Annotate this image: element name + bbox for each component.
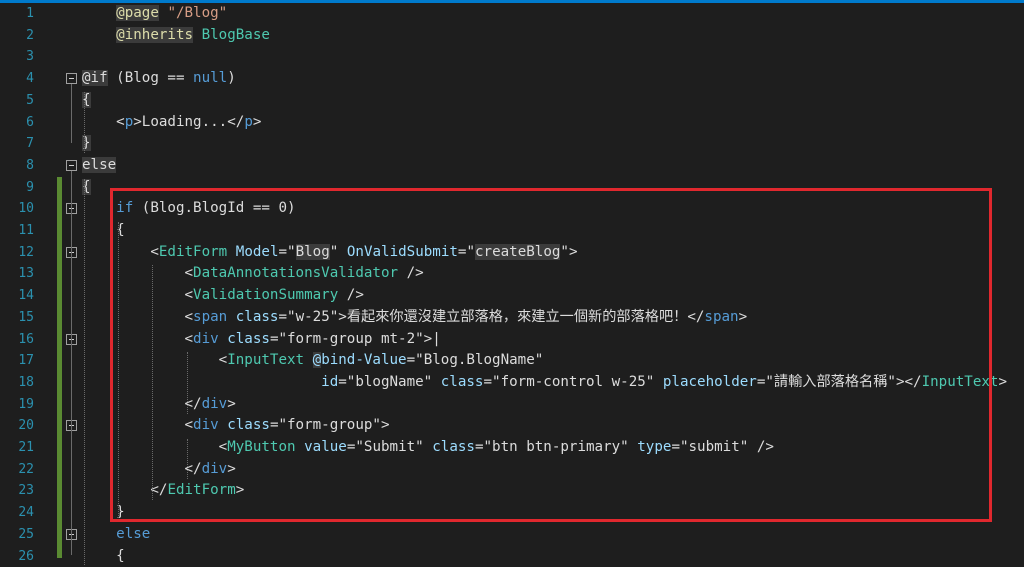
code-token: ) — [227, 70, 236, 86]
code-token — [193, 27, 202, 43]
code-token — [82, 526, 116, 542]
code-token: > — [998, 374, 1007, 390]
code-line[interactable]: 3 — [0, 46, 1024, 68]
line-number: 3 — [0, 46, 34, 68]
code-token: else — [82, 157, 116, 173]
code-line[interactable]: 26 { — [0, 546, 1024, 567]
code-text: else — [82, 524, 150, 546]
code-token: p — [125, 114, 134, 130]
code-line[interactable]: 8 else — [0, 155, 1024, 177]
code-text: else — [82, 155, 116, 177]
line-number: 8 — [0, 155, 34, 177]
fold-region-line — [71, 84, 72, 143]
code-token: else — [116, 526, 150, 542]
fold-region-line — [71, 540, 72, 556]
collapse-toggle-icon[interactable] — [66, 160, 77, 171]
line-number: 9 — [0, 177, 34, 199]
code-token: (Blog == — [108, 70, 193, 86]
code-text: { — [82, 546, 125, 567]
line-number: 4 — [0, 68, 34, 90]
line-number: 11 — [0, 220, 34, 242]
code-line[interactable]: 1 @page "/Blog" — [0, 3, 1024, 25]
line-number: 25 — [0, 524, 34, 546]
code-token: p — [244, 114, 253, 130]
line-number: 17 — [0, 350, 34, 372]
code-text: @if (Blog == null) — [82, 68, 236, 90]
changed-lines-bar — [57, 177, 62, 558]
code-line[interactable]: 4 @if (Blog == null) — [0, 68, 1024, 90]
code-token: null — [193, 70, 227, 86]
line-number: 2 — [0, 25, 34, 47]
line-number: 15 — [0, 307, 34, 329]
code-line[interactable]: 5{ — [0, 90, 1024, 112]
code-token — [82, 114, 116, 130]
line-number: 6 — [0, 112, 34, 134]
code-text: @page "/Blog" — [82, 3, 227, 25]
code-token: >Loading...</ — [133, 114, 244, 130]
code-token — [82, 5, 116, 21]
fold-region-line — [71, 345, 72, 404]
line-number: 18 — [0, 372, 34, 394]
code-token — [82, 27, 116, 43]
line-number: 21 — [0, 437, 34, 459]
line-number: 1 — [0, 3, 34, 25]
code-line[interactable]: 25 else — [0, 524, 1024, 546]
annotation-highlight-box — [110, 188, 992, 522]
code-token: @inherits — [116, 27, 193, 43]
line-number: 7 — [0, 133, 34, 155]
line-number: 26 — [0, 546, 34, 567]
fold-region-line — [71, 431, 72, 468]
code-token: > — [253, 114, 262, 130]
code-token: @if — [82, 70, 108, 86]
code-token: @page — [116, 5, 159, 21]
code-token: "/Blog" — [167, 5, 227, 21]
collapse-toggle-icon[interactable] — [66, 73, 77, 84]
code-line[interactable]: 2 @inherits BlogBase — [0, 25, 1024, 47]
line-number: 23 — [0, 480, 34, 502]
indent-guide — [84, 179, 85, 566]
code-text: @inherits BlogBase — [82, 25, 270, 47]
line-number: 20 — [0, 415, 34, 437]
code-line[interactable]: 6 <p>Loading...</p> — [0, 112, 1024, 134]
code-token: { — [82, 548, 125, 564]
indent-guide — [84, 92, 85, 153]
line-number: 14 — [0, 285, 34, 307]
code-text: <p>Loading...</p> — [82, 112, 261, 134]
line-number: 24 — [0, 502, 34, 524]
line-number: 13 — [0, 263, 34, 285]
code-token: BlogBase — [202, 27, 270, 43]
code-token: < — [116, 114, 125, 130]
line-number: 10 — [0, 198, 34, 220]
line-number: 16 — [0, 329, 34, 351]
code-line[interactable]: 7} — [0, 133, 1024, 155]
line-number: 12 — [0, 242, 34, 264]
line-number: 22 — [0, 459, 34, 481]
line-number: 19 — [0, 394, 34, 416]
line-number: 5 — [0, 90, 34, 112]
